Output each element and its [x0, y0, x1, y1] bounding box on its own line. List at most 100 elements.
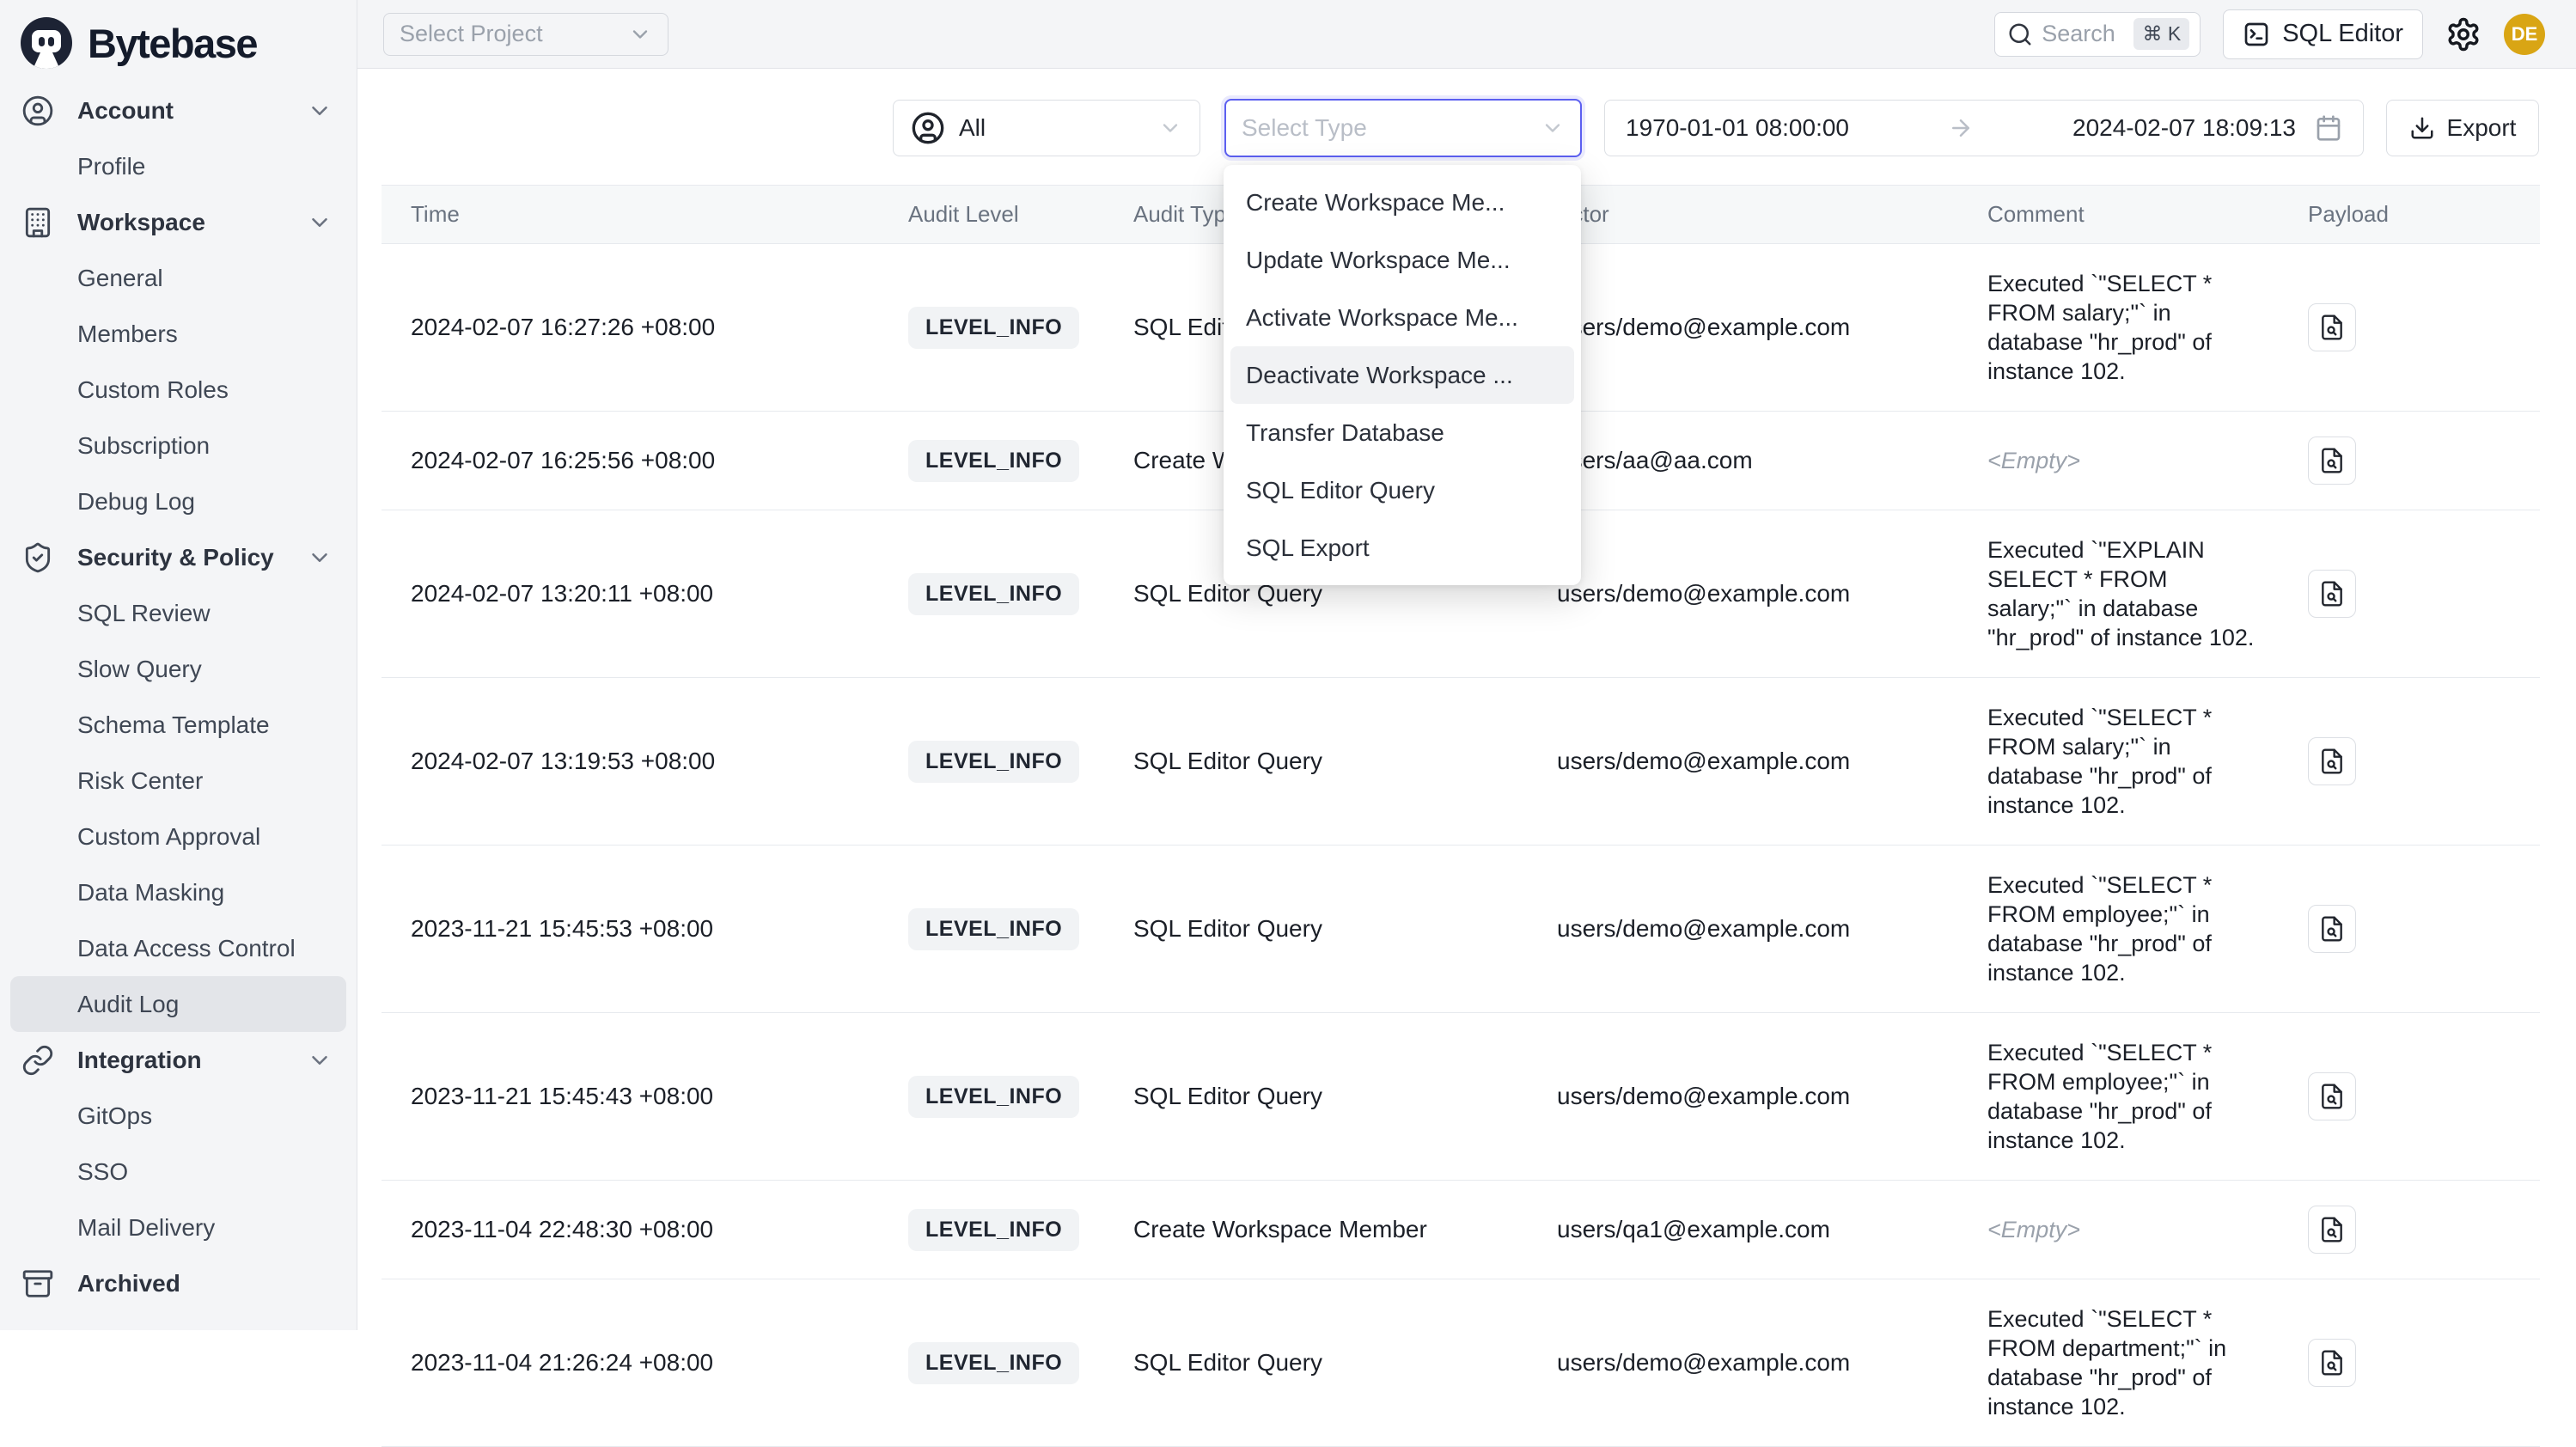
table-row: 2023-11-21 15:45:43 +08:00 LEVEL_INFO SQ… [382, 1013, 2540, 1181]
sidebar-item-subscription[interactable]: Subscription [10, 418, 346, 473]
project-select[interactable]: Select Project [383, 13, 668, 56]
chevron-down-icon [307, 98, 333, 124]
audit-level-badge: LEVEL_INFO [908, 440, 1079, 482]
audit-comment: Executed `"SELECT * FROM employee;"` in … [1987, 1013, 2282, 1180]
table-row: 2023-11-21 15:45:53 +08:00 LEVEL_INFO SQ… [382, 846, 2540, 1013]
sidebar-item-custom-approval[interactable]: Custom Approval [10, 809, 346, 864]
column-header-audit-level: Audit Level [908, 201, 1133, 228]
audit-time: 2024-02-07 13:20:11 +08:00 [382, 555, 908, 632]
sidebar-item-gitops[interactable]: GitOps [10, 1088, 346, 1144]
type-dropdown-option[interactable]: SQL Export [1230, 519, 1574, 577]
view-payload-button[interactable] [2308, 905, 2356, 953]
type-dropdown-option[interactable]: Deactivate Workspace ... [1230, 346, 1574, 404]
audit-level-badge: LEVEL_INFO [908, 908, 1079, 950]
project-select-placeholder: Select Project [400, 21, 543, 47]
type-filter-placeholder: Select Type [1242, 114, 1367, 142]
sidebar-item-debug-log[interactable]: Debug Log [10, 473, 346, 529]
sidebar-section-integration[interactable]: Integration [10, 1032, 346, 1088]
view-payload-button[interactable] [2308, 1072, 2356, 1120]
type-dropdown-option[interactable]: Update Workspace Me... [1230, 231, 1574, 289]
download-icon [2409, 115, 2435, 141]
audit-level-badge: LEVEL_INFO [908, 741, 1079, 783]
arrow-right-icon [1849, 115, 2072, 141]
type-dropdown-option[interactable]: SQL Editor Query [1230, 461, 1574, 519]
archive-icon [21, 1267, 55, 1301]
section-label: Integration [77, 1047, 202, 1074]
search-input[interactable]: Search ⌘ K [1994, 12, 2201, 57]
file-search-icon [2318, 748, 2346, 775]
type-dropdown-option[interactable]: Activate Workspace Me... [1230, 289, 1574, 346]
audit-level-badge: LEVEL_INFO [908, 1209, 1079, 1251]
file-search-icon [2318, 580, 2346, 607]
topbar: Select Project Search ⌘ K SQL Editor DE [357, 0, 2576, 69]
audit-actor: users/demo@example.com [1557, 890, 1987, 968]
chevron-down-icon [1541, 116, 1565, 140]
audit-level-badge: LEVEL_INFO [908, 1342, 1079, 1384]
sidebar-item-mail-delivery[interactable]: Mail Delivery [10, 1200, 346, 1255]
type-dropdown-menu: Create Workspace Me...Update Workspace M… [1224, 165, 1581, 585]
audit-level-badge: LEVEL_INFO [908, 307, 1079, 349]
audit-type: Create Workspace Member [1133, 1191, 1557, 1268]
sidebar-item-schema-template[interactable]: Schema Template [10, 697, 346, 753]
audit-comment: <Empty> [1987, 421, 2282, 500]
user-circle-icon [911, 111, 945, 145]
view-payload-button[interactable] [2308, 570, 2356, 618]
type-filter-select[interactable]: Select Type [1224, 99, 1582, 157]
sql-editor-button[interactable]: SQL Editor [2223, 9, 2423, 59]
sidebar-item-general[interactable]: General [10, 250, 346, 306]
column-header-payload: Payload [2308, 201, 2540, 228]
date-range-picker[interactable]: 1970-01-01 08:00:00 2024-02-07 18:09:13 [1604, 100, 2364, 156]
sidebar-section-security-policy[interactable]: Security & Policy [10, 529, 346, 585]
sidebar-item-data-masking[interactable]: Data Masking [10, 864, 346, 920]
audit-comment: <Empty> [1987, 1190, 2282, 1269]
table-row: 2023-11-04 21:26:24 +08:00 LEVEL_INFO SQ… [382, 1279, 2540, 1447]
sidebar-item-data-access-control[interactable]: Data Access Control [10, 920, 346, 976]
sidebar-section-workspace[interactable]: Workspace [10, 194, 346, 250]
gear-icon[interactable] [2445, 16, 2481, 52]
export-button[interactable]: Export [2386, 100, 2539, 156]
view-payload-button[interactable] [2308, 1339, 2356, 1387]
audit-time: 2023-11-21 15:45:53 +08:00 [382, 890, 908, 968]
brand-name: Bytebase [88, 20, 257, 67]
actor-filter-select[interactable]: All [893, 100, 1200, 156]
sidebar-item-profile[interactable]: Profile [10, 138, 346, 194]
view-payload-button[interactable] [2308, 1206, 2356, 1254]
table-row: 2024-02-07 13:19:53 +08:00 LEVEL_INFO SQ… [382, 678, 2540, 846]
table-row: 2023-11-04 22:48:30 +08:00 LEVEL_INFO Cr… [382, 1181, 2540, 1279]
sidebar-section-archived[interactable]: Archived [10, 1255, 346, 1311]
audit-type: SQL Editor Query [1133, 723, 1557, 800]
type-dropdown-option[interactable]: Transfer Database [1230, 404, 1574, 461]
sidebar-section-account[interactable]: Account [10, 82, 346, 138]
date-from[interactable]: 1970-01-01 08:00:00 [1626, 114, 1849, 142]
file-search-icon [2318, 1083, 2346, 1110]
column-header-time: Time [382, 201, 908, 228]
file-search-icon [2318, 1349, 2346, 1377]
view-payload-button[interactable] [2308, 303, 2356, 351]
chevron-down-icon [628, 22, 652, 46]
view-payload-button[interactable] [2308, 437, 2356, 485]
date-to[interactable]: 2024-02-07 18:09:13 [2072, 114, 2296, 142]
audit-actor: users/demo@example.com [1557, 555, 1987, 632]
file-search-icon [2318, 915, 2346, 943]
view-payload-button[interactable] [2308, 737, 2356, 785]
calendar-icon [2315, 114, 2342, 142]
sidebar-item-sql-review[interactable]: SQL Review [10, 585, 346, 641]
audit-type: SQL Editor Query [1133, 1058, 1557, 1135]
sidebar-item-sso[interactable]: SSO [10, 1144, 346, 1200]
audit-actor: users/qa1@example.com [1557, 1191, 1987, 1268]
user-circle-icon [21, 94, 55, 128]
file-search-icon [2318, 1216, 2346, 1243]
audit-actor: users/demo@example.com [1557, 1058, 1987, 1135]
sidebar-item-custom-roles[interactable]: Custom Roles [10, 362, 346, 418]
audit-actor: users/demo@example.com [1557, 723, 1987, 800]
sidebar-item-risk-center[interactable]: Risk Center [10, 753, 346, 809]
avatar[interactable]: DE [2504, 14, 2545, 55]
brand-logo[interactable]: Bytebase [0, 0, 357, 74]
audit-actor: users/demo@example.com [1557, 289, 1987, 366]
sidebar-item-members[interactable]: Members [10, 306, 346, 362]
audit-actor: users/aa@aa.com [1557, 422, 1987, 499]
sidebar-item-audit-log[interactable]: Audit Log [10, 976, 346, 1032]
sidebar-item-slow-query[interactable]: Slow Query [10, 641, 346, 697]
audit-time: 2024-02-07 13:19:53 +08:00 [382, 723, 908, 800]
type-dropdown-option[interactable]: Create Workspace Me... [1230, 174, 1574, 231]
